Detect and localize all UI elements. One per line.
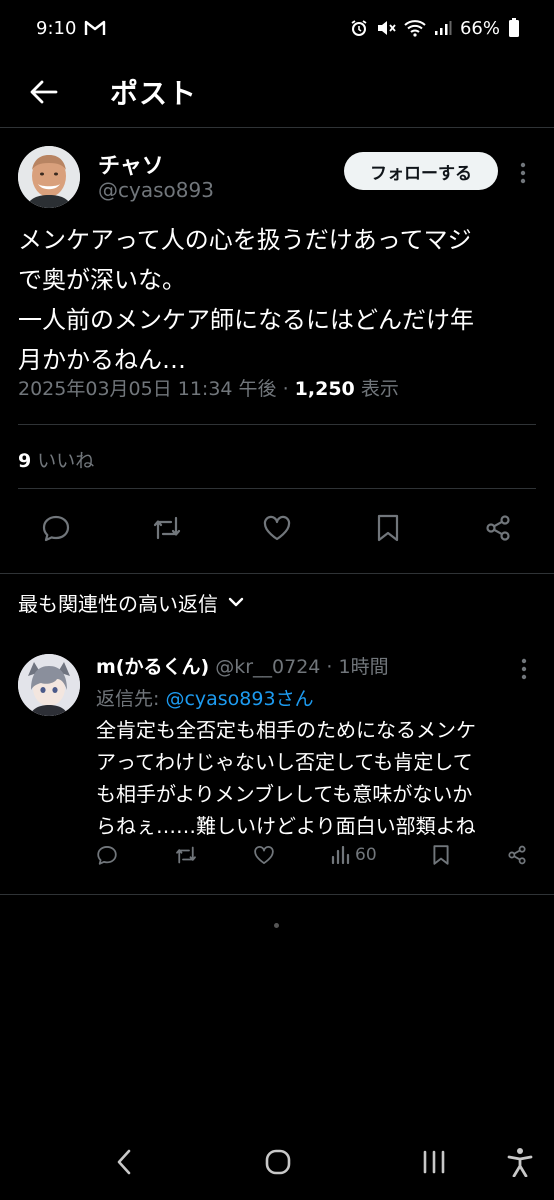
views-count: 1,250 [294, 378, 355, 400]
top-app-bar: ポスト [0, 56, 554, 128]
bookmark-button[interactable] [370, 510, 406, 546]
recents-icon [423, 1150, 445, 1174]
reply-bookmark-button[interactable] [432, 844, 450, 866]
reply-text: 全肯定も全否定も相手のためになるメンケ アってわけじゃないし否定しても肯定して … [96, 718, 476, 838]
reply-to-line: 返信先: @cyaso893さん [96, 684, 314, 711]
divider [0, 573, 554, 574]
author-avatar[interactable] [18, 146, 80, 208]
reply-button[interactable] [38, 510, 74, 546]
reply-separator: · [320, 656, 339, 678]
bookmark-icon [433, 845, 449, 865]
bookmark-icon [377, 514, 398, 542]
battery-icon [508, 18, 520, 38]
reply-to-mention[interactable]: @cyaso893さん [165, 688, 313, 710]
more-vertical-icon [521, 658, 527, 680]
accessibility-icon [507, 1148, 533, 1177]
likes-row[interactable]: 9 いいね [18, 446, 94, 473]
reply-more-button[interactable] [514, 654, 534, 684]
divider [18, 424, 536, 425]
reply-repost-button[interactable] [174, 844, 198, 866]
reply-actions: 60 [96, 838, 528, 872]
views-label: 表示 [360, 378, 399, 400]
chat-bubble-icon [97, 846, 117, 865]
loading-indicator [274, 923, 279, 928]
nav-home-button[interactable] [256, 1140, 300, 1184]
wifi-icon [404, 19, 426, 37]
status-bar: 9:10 66% [0, 0, 554, 56]
reply-views-count: 60 [355, 845, 377, 865]
post-text: メンケアって人の心を扱うだけあってマジ で奥が深いな。 一人前のメンケア師になる… [18, 226, 474, 374]
nav-accessibility-button[interactable] [498, 1140, 542, 1184]
battery-percent: 66% [459, 17, 500, 39]
share-button[interactable] [480, 510, 516, 546]
system-navigation-bar [0, 1126, 554, 1200]
likes-count: 9 [18, 450, 32, 472]
likes-label: いいね [37, 450, 95, 472]
post-timestamp[interactable]: 2025年03月05日 11:34 午後 [18, 378, 277, 400]
divider [18, 488, 536, 489]
reply-avatar[interactable] [18, 654, 80, 716]
reply-share-button[interactable] [506, 844, 528, 866]
post-author-row: チャソ @cyaso893 フォローする [0, 128, 554, 208]
repost-icon [153, 516, 180, 540]
repost-icon [175, 846, 196, 864]
chevron-left-icon [117, 1149, 131, 1175]
replies-sort-dropdown[interactable]: 最も関連性の高い返信 [18, 584, 244, 620]
main-post: チャソ @cyaso893 フォローする メンケアって人の心を扱うだけあってマジ… [0, 128, 554, 895]
signal-icon [434, 20, 452, 36]
reply-time[interactable]: 1時間 [339, 656, 389, 678]
alarm-icon [350, 19, 368, 37]
reply-header: m(かるくん) @kr__0724 · 1時間 [96, 652, 389, 679]
home-circle-icon [265, 1149, 291, 1175]
follow-button[interactable]: フォローする [344, 152, 498, 190]
repost-button[interactable] [149, 510, 185, 546]
share-icon [486, 515, 510, 541]
reply-views-button[interactable]: 60 [331, 845, 377, 865]
post-detail-screen: 9:10 66% ポスト チャソ @cyaso893 フォローする メンケアって… [0, 0, 554, 1200]
mute-icon [376, 19, 396, 37]
heart-icon [254, 846, 275, 864]
reply-reply-button[interactable] [96, 844, 118, 866]
arrow-left-icon [30, 80, 58, 103]
author-handle[interactable]: @cyaso893 [98, 178, 214, 202]
status-time: 9:10 [36, 17, 77, 39]
post-meta: 2025年03月05日 11:34 午後 · 1,250 表示 [18, 374, 399, 401]
chat-bubble-icon [42, 515, 70, 542]
share-icon [508, 845, 526, 865]
meta-separator: · [276, 378, 295, 400]
post-actions [38, 508, 516, 548]
heart-icon [263, 515, 291, 541]
page-title: ポスト [110, 76, 198, 110]
author-name[interactable]: チャソ [98, 148, 164, 180]
gmail-icon [84, 20, 106, 36]
reply-author-handle[interactable]: @kr__0724 [215, 656, 320, 678]
bar-chart-icon [331, 846, 350, 864]
reply-to-label: 返信先: [96, 688, 166, 710]
nav-recents-button[interactable] [412, 1140, 456, 1184]
replies-sort-label: 最も関連性の高い返信 [18, 591, 218, 616]
reply-author-name[interactable]: m(かるくん) [96, 656, 209, 678]
more-vertical-icon [520, 162, 526, 184]
post-more-button[interactable] [512, 158, 534, 188]
like-button[interactable] [259, 510, 295, 546]
divider [0, 894, 554, 895]
reply-item[interactable]: m(かるくん) @kr__0724 · 1時間 返信先: @cyaso893さん… [0, 646, 554, 894]
reply-like-button[interactable] [253, 844, 275, 866]
back-button[interactable] [22, 70, 66, 114]
nav-back-button[interactable] [102, 1140, 146, 1184]
chevron-down-icon [228, 597, 244, 607]
